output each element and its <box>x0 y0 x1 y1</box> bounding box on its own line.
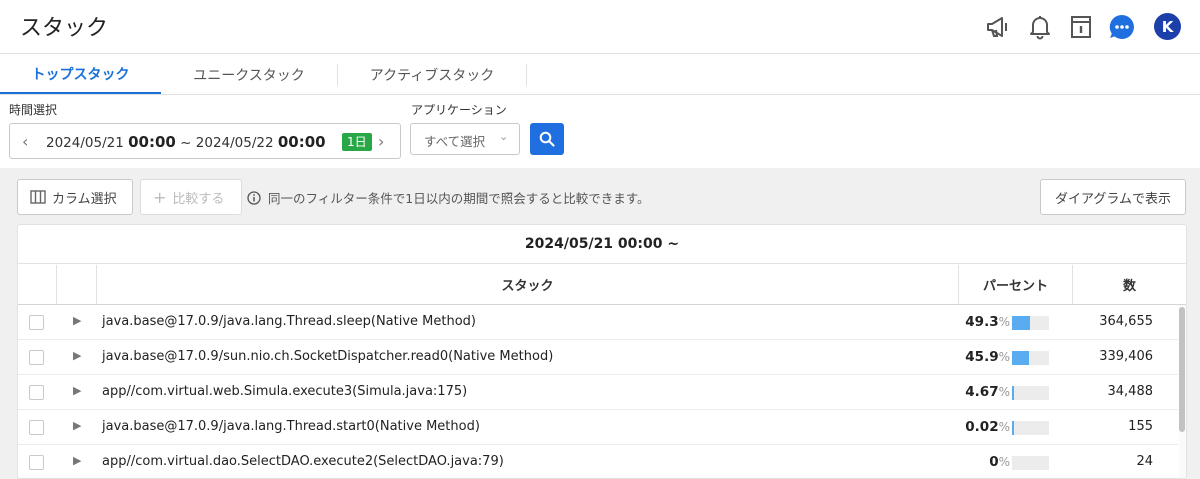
percent-value: 0% <box>989 454 1010 470</box>
time-select-label: 時間選択 <box>9 103 58 117</box>
row-checkbox[interactable] <box>29 315 44 330</box>
application-select-value: すべて選択 <box>424 134 486 149</box>
stack-frame[interactable]: java.base@17.0.9/java.lang.Thread.sleep(… <box>102 314 476 329</box>
info-icon <box>247 191 261 205</box>
compare-hint-text: 同一のフィルター条件で1日以内の期間で照会すると比較できます。 <box>267 191 650 206</box>
percent-bar <box>1012 386 1049 400</box>
column-select-label: カラム選択 <box>52 191 117 207</box>
application-select[interactable]: すべて選択 ⌄ <box>410 123 520 155</box>
compare-hint: 同一のフィルター条件で1日以内の期間で照会すると比較できます。 <box>247 188 649 207</box>
tab-bar: トップスタック ユニークスタック アクティブスタック <box>0 55 1200 95</box>
percent-bar-fill <box>1012 316 1031 330</box>
percent-value: 45.9% <box>965 349 1010 365</box>
date-range-text[interactable]: 2024/05/21 00:00 ~ 2024/05/22 00:00 <box>46 133 326 151</box>
search-icon <box>539 131 555 147</box>
percent-bar <box>1012 421 1049 435</box>
document-icon[interactable] <box>1066 12 1096 42</box>
row-checkbox[interactable] <box>29 455 44 470</box>
diagram-view-button[interactable]: ダイアグラムで表示 <box>1040 179 1186 215</box>
percent-bar-fill <box>1012 421 1014 435</box>
avatar[interactable]: K <box>1154 13 1181 40</box>
expand-arrow-icon[interactable]: ▶ <box>73 384 81 397</box>
percent-bar <box>1012 456 1049 470</box>
expand-arrow-icon[interactable]: ▶ <box>73 454 81 467</box>
tab-divider <box>526 64 527 86</box>
tab-top-stack[interactable]: トップスタック <box>0 55 161 94</box>
count-value: 34,488 <box>1107 384 1154 399</box>
row-checkbox[interactable] <box>29 420 44 435</box>
percent-value: 49.3% <box>965 314 1010 330</box>
chevron-down-icon: ⌄ <box>499 130 509 143</box>
stack-frame[interactable]: java.base@17.0.9/sun.nio.ch.SocketDispat… <box>102 349 553 364</box>
stack-frame[interactable]: app//com.virtual.web.Simula.execute3(Sim… <box>102 384 467 399</box>
expand-arrow-icon[interactable]: ▶ <box>73 349 81 362</box>
megaphone-icon[interactable] <box>983 12 1013 42</box>
percent-column-header[interactable]: パーセント <box>959 265 1073 304</box>
percent-bar-fill <box>1012 386 1014 400</box>
end-date: 2024/05/22 <box>195 135 274 151</box>
select-column-header <box>18 265 57 304</box>
row-checkbox[interactable] <box>29 350 44 365</box>
percent-value: 4.67% <box>965 384 1010 400</box>
application-label: アプリケーション <box>411 103 507 117</box>
count-column-header[interactable]: 数 <box>1073 265 1186 304</box>
percent-bar <box>1012 351 1049 365</box>
date-range-picker[interactable]: ‹ 2024/05/21 00:00 ~ 2024/05/22 00:00 1日… <box>9 123 401 159</box>
period-title: 2024/05/21 00:00 ~ <box>18 225 1186 264</box>
expand-arrow-icon[interactable]: ▶ <box>73 314 81 327</box>
app-header: スタック K <box>0 0 1200 54</box>
chevron-left-icon[interactable]: ‹ <box>22 132 28 151</box>
count-value: 339,406 <box>1099 349 1153 364</box>
table-row[interactable]: ▶ app//com.virtual.dao.SelectDAO.execute2… <box>18 445 1178 478</box>
row-checkbox[interactable] <box>29 385 44 400</box>
chat-icon[interactable] <box>1107 12 1137 42</box>
start-time: 00:00 <box>128 133 176 151</box>
plus-icon: + <box>153 187 167 207</box>
table-row[interactable]: ▶ app//com.virtual.web.Simula.execute3(Si… <box>18 375 1178 410</box>
page-title: スタック <box>20 16 109 41</box>
bell-icon[interactable] <box>1025 12 1055 42</box>
tab-active-stack[interactable]: アクティブスタック <box>338 55 526 94</box>
range-separator: ~ <box>180 135 192 151</box>
duration-badge: 1日 <box>342 133 372 151</box>
chevron-right-icon[interactable]: › <box>378 132 384 151</box>
search-button[interactable] <box>530 123 564 155</box>
count-value: 155 <box>1128 419 1153 434</box>
count-value: 24 <box>1136 454 1153 469</box>
start-date: 2024/05/21 <box>46 135 124 151</box>
count-value: 364,655 <box>1099 314 1153 329</box>
percent-value: 0.02% <box>965 419 1010 435</box>
stack-frame[interactable]: app//com.virtual.dao.SelectDAO.execute2(… <box>102 454 504 469</box>
stack-frame[interactable]: java.base@17.0.9/java.lang.Thread.start0… <box>102 419 480 434</box>
end-time: 00:00 <box>277 133 326 151</box>
columns-icon <box>30 190 46 204</box>
stack-column-header[interactable]: スタック <box>97 265 959 304</box>
expand-column-header <box>57 265 97 304</box>
percent-bar <box>1012 316 1049 330</box>
stack-table-panel: 2024/05/21 00:00 ~ スタック パーセント 数 ▶ java.ba… <box>17 224 1187 479</box>
tab-unique-stack[interactable]: ユニークスタック <box>162 55 336 94</box>
percent-bar-fill <box>1012 351 1029 365</box>
expand-arrow-icon[interactable]: ▶ <box>73 419 81 432</box>
compare-button[interactable]: + 比較する <box>140 179 242 215</box>
scrollbar-thumb[interactable] <box>1179 307 1185 432</box>
compare-label: 比較する <box>172 191 225 207</box>
table-row[interactable]: ▶ java.base@17.0.9/java.lang.Thread.sleep… <box>18 305 1178 340</box>
column-select-button[interactable]: カラム選択 <box>17 179 133 215</box>
table-row[interactable]: ▶ java.base@17.0.9/sun.nio.ch.SocketDispa… <box>18 340 1178 375</box>
table-row[interactable]: ▶ java.base@17.0.9/java.lang.Thread.start… <box>18 410 1178 445</box>
